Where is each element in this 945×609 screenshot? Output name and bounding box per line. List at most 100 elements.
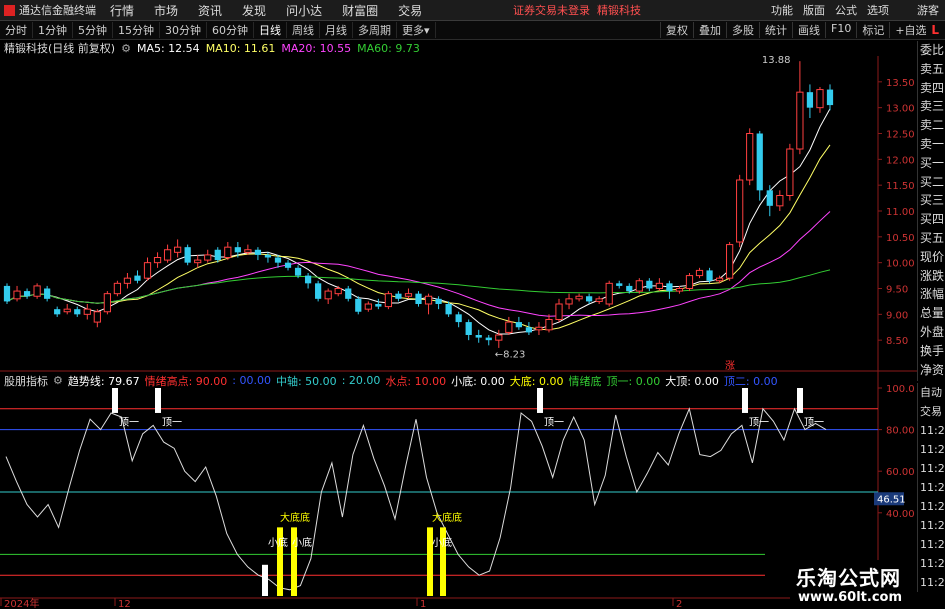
candle-body-up <box>695 269 704 277</box>
date-label: 1 <box>420 599 426 609</box>
candle-body-up <box>575 295 583 300</box>
period-monthly[interactable]: 月线 <box>320 22 353 38</box>
candle-body-down <box>475 335 482 338</box>
period-30min[interactable]: 30分钟 <box>160 22 207 38</box>
period-multi[interactable]: 多周期 <box>353 22 397 38</box>
menu-news[interactable]: 资讯 <box>188 2 232 19</box>
login-notice[interactable]: 证券交易未登录 精锻科技 <box>513 2 641 18</box>
sidebar-item-buy1[interactable]: 买一 <box>918 154 945 173</box>
menu-ask[interactable]: 问小达 <box>276 2 332 19</box>
sidebar-item-buy5[interactable]: 买五 <box>918 229 945 248</box>
candle-body-up <box>555 303 563 320</box>
tool-adjust[interactable]: 复权 <box>660 22 693 38</box>
ma10-value: MA10: 11.61 <box>205 41 276 55</box>
tool-overlay[interactable]: 叠加 <box>693 22 726 38</box>
sidebar2-trade[interactable]: 交易 <box>918 402 945 421</box>
time-item: 11:29 <box>920 557 945 570</box>
sidebar-item-change[interactable]: 涨跌 <box>918 267 945 286</box>
price-tick-label: 12.50 <box>886 130 915 141</box>
candle-body-down <box>304 275 312 284</box>
ind-tick-label: 40.00 <box>886 509 915 520</box>
period-5min[interactable]: 5分钟 <box>73 22 113 38</box>
candle-body-down <box>435 298 442 304</box>
price-tick-label: 12.00 <box>886 155 915 166</box>
time-item: 11:29 <box>920 481 945 494</box>
period-15min[interactable]: 15分钟 <box>113 22 160 38</box>
candle-body-down <box>646 280 653 289</box>
guest-login[interactable]: 游客 <box>917 2 939 18</box>
sidebar2-auto[interactable]: 自动 <box>918 383 945 402</box>
candle-body-down <box>395 293 402 299</box>
big-bottom-label: 大底底 <box>280 511 310 524</box>
settings-icon[interactable]: ⚙ <box>121 42 131 55</box>
sidebar-item-sell1[interactable]: 卖一 <box>918 135 945 154</box>
candle-body-up <box>113 282 122 295</box>
tool-f10[interactable]: F10 <box>825 22 856 38</box>
top-marker-label: 顶一 <box>749 416 769 428</box>
sidebar-item-buy4[interactable]: 买四 <box>918 210 945 229</box>
candle-body-down <box>214 249 221 261</box>
candle-body-up <box>204 254 212 261</box>
menu-market[interactable]: 市场 <box>144 2 188 19</box>
time-item: 11:29 <box>920 519 945 532</box>
tool-add-favorite[interactable]: +自选 <box>889 22 931 38</box>
menu-discover[interactable]: 发现 <box>232 2 276 19</box>
candle-body-up <box>33 285 41 297</box>
tool-stats[interactable]: 统计 <box>759 22 792 38</box>
tool-draw[interactable]: 画线 <box>792 22 825 38</box>
candle-body-up <box>143 262 152 279</box>
sidebar-item-outer[interactable]: 外盘 <box>918 323 945 342</box>
candle-body-up <box>384 293 393 308</box>
period-daily[interactable]: 日线 <box>254 22 287 38</box>
sidebar-item-volume[interactable]: 总量 <box>918 304 945 323</box>
sidebar-item-netasset[interactable]: 净资 <box>918 361 945 380</box>
period-1min[interactable]: 1分钟 <box>33 22 73 38</box>
candle-body-down <box>264 254 272 258</box>
menu-wealth[interactable]: 财富圈 <box>332 2 388 19</box>
menu-quotes[interactable]: 行情 <box>100 2 144 19</box>
app-logo: 通达信金融终端 <box>0 2 100 18</box>
period-60min[interactable]: 60分钟 <box>207 22 254 38</box>
candle-body-down <box>345 288 352 299</box>
trend-line <box>5 407 827 591</box>
top-marker-bar <box>155 388 161 413</box>
period-more[interactable]: 更多▾ <box>397 22 436 38</box>
candle-body-down <box>586 296 593 302</box>
sidebar-item-weibi[interactable]: 委比 <box>918 41 945 60</box>
candle-body-down <box>445 304 452 315</box>
candle-body-up <box>726 244 734 279</box>
stock-title: 精锻科技(日线 前复权) <box>4 42 116 55</box>
sidebar-item-pct[interactable]: 涨幅 <box>918 285 945 304</box>
tool-multistock[interactable]: 多股 <box>726 22 759 38</box>
candle-body-up <box>194 259 202 264</box>
price-tick-label: 11.50 <box>886 181 915 192</box>
menu-formula[interactable]: 公式 <box>835 2 857 18</box>
indicator-name[interactable]: 股朋指标 <box>4 373 48 389</box>
sidebar-item-sell4[interactable]: 卖四 <box>918 79 945 98</box>
sidebar-item-sell3[interactable]: 卖三 <box>918 97 945 116</box>
price-tick-label: 13.50 <box>886 78 915 89</box>
tool-mark[interactable]: 标记 <box>856 22 889 38</box>
level2-mark[interactable]: L <box>931 23 939 37</box>
period-timeshare[interactable]: 分时 <box>0 22 33 38</box>
period-weekly[interactable]: 周线 <box>287 22 320 38</box>
menu-layout[interactable]: 版面 <box>803 2 825 18</box>
sidebar-item-sell5[interactable]: 卖五 <box>918 60 945 79</box>
sidebar-item-price[interactable]: 现价 <box>918 248 945 267</box>
candle-body-down <box>274 257 282 263</box>
sidebar-item-turnover[interactable]: 换手 <box>918 342 945 361</box>
menu-function[interactable]: 功能 <box>771 2 793 18</box>
small-bottom-bar <box>262 564 268 596</box>
candle-body-up <box>675 288 684 292</box>
candle-body-up <box>786 148 794 196</box>
sidebar-item-sell2[interactable]: 卖二 <box>918 116 945 135</box>
menu-trade[interactable]: 交易 <box>388 2 432 19</box>
candle-body-down <box>134 275 141 281</box>
ma5-value: MA5: 12.54 <box>136 41 200 55</box>
indicator-settings-icon[interactable]: ⚙ <box>53 374 63 387</box>
sidebar-item-buy2[interactable]: 买二 <box>918 173 945 192</box>
menu-options[interactable]: 选项 <box>867 2 889 18</box>
candle-body-up <box>123 277 132 284</box>
sidebar-item-buy3[interactable]: 买三 <box>918 191 945 210</box>
candle-body-up <box>163 249 172 261</box>
